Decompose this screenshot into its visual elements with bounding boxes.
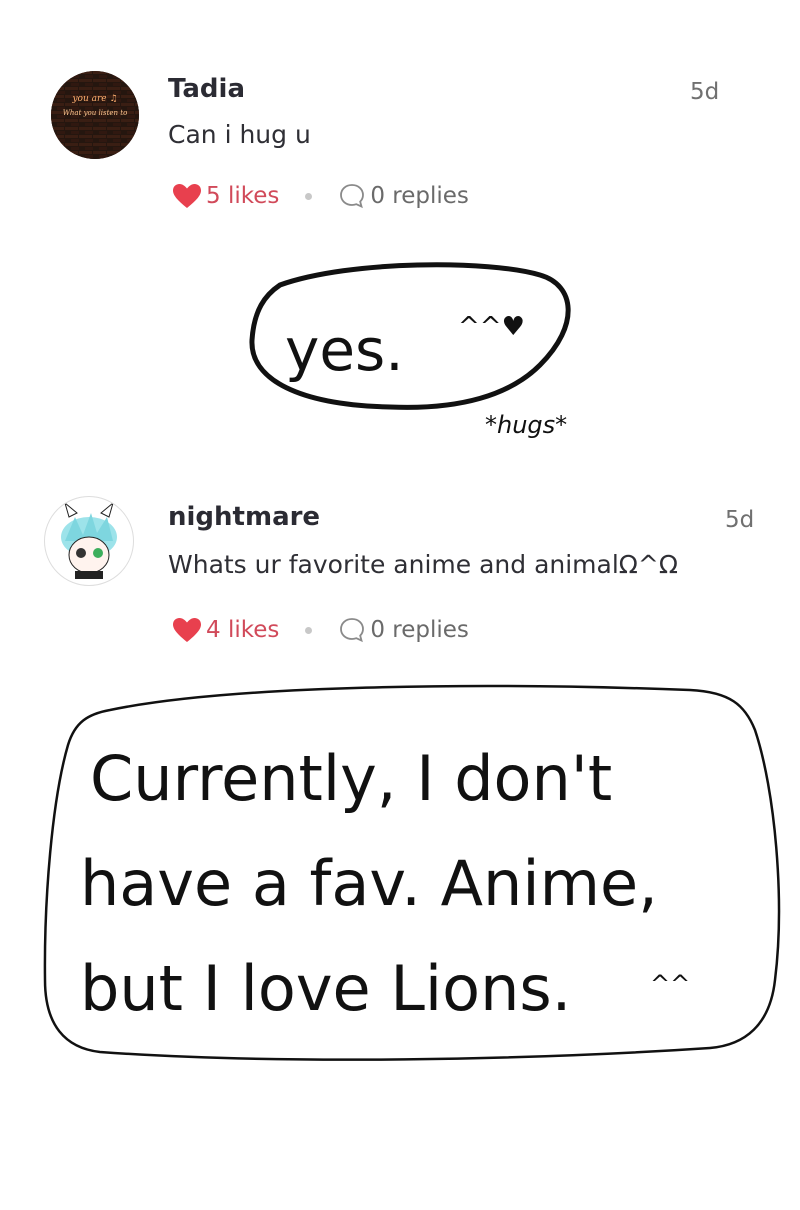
avatar-neon-line2: What you listen to: [63, 109, 128, 117]
separator-dot: [305, 192, 313, 200]
username[interactable]: Tadia: [168, 74, 245, 104]
avatar-neon-line1: you are ♫: [71, 94, 117, 104]
avatar[interactable]: you are ♫ What you listen to: [51, 71, 139, 159]
heart-icon: [173, 618, 201, 642]
timestamp: 5d: [725, 507, 755, 533]
drawn-reply-yes: yes. ^^♥ *hugs*: [249, 262, 571, 439]
comment-text: Can i hug u: [168, 120, 311, 149]
username[interactable]: nightmare: [168, 502, 320, 532]
heart-icon: [173, 184, 201, 208]
replies-count: 0 replies: [370, 183, 469, 209]
likes-count: 5 likes: [206, 183, 280, 209]
drawn-line-3: but I love Lions.: [80, 952, 571, 1025]
like-button[interactable]: 5 likes: [172, 183, 279, 209]
comment-actions: 5 likes 0 replies: [172, 182, 469, 210]
likes-count: 4 likes: [206, 617, 280, 643]
replies-button[interactable]: 0 replies: [338, 616, 469, 644]
replies-button[interactable]: 0 replies: [338, 182, 469, 210]
timestamp: 5d: [690, 79, 720, 105]
comment-text: Whats ur favorite anime and animalΩ^Ω: [168, 550, 678, 579]
drawn-emote: ^^: [650, 970, 690, 998]
drawn-text-yes: yes.: [285, 316, 404, 384]
comment-actions: 4 likes 0 replies: [172, 616, 469, 644]
comment-bubble-icon: [340, 184, 365, 209]
replies-count: 0 replies: [370, 617, 469, 643]
avatar-image: [61, 501, 117, 579]
drawn-text-hugs: *hugs*: [485, 411, 567, 439]
separator-dot: [305, 626, 313, 634]
drawn-line-1: Currently, I don't: [90, 742, 612, 815]
like-button[interactable]: 4 likes: [172, 617, 279, 643]
drawn-line-2: have a fav. Anime,: [80, 847, 658, 920]
drawn-reply-answer: Currently, I don't have a fav. Anime, bu…: [43, 684, 781, 1061]
drawn-emote: ^^♥: [458, 312, 525, 342]
avatar-image: you are ♫ What you listen to: [51, 71, 139, 159]
avatar[interactable]: [44, 496, 134, 586]
comment-bubble-icon: [340, 618, 365, 643]
